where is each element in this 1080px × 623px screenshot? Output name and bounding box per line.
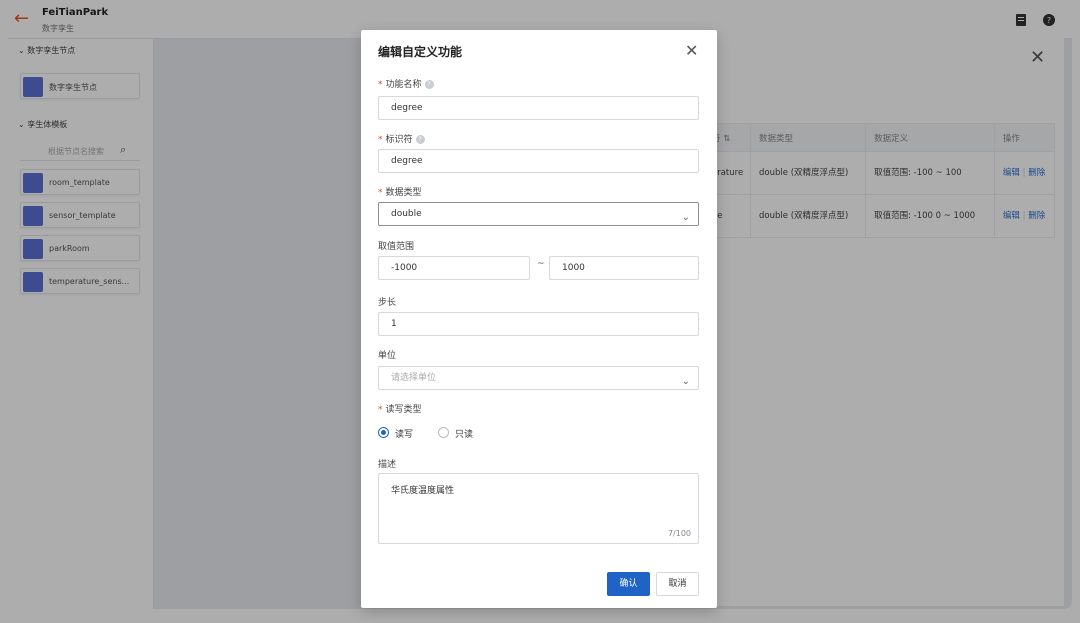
rw-option-label: 读写: [395, 430, 414, 440]
function-name-input[interactable]: degree: [378, 96, 699, 120]
rw-radio-readonly[interactable]: [438, 427, 449, 438]
unit-select[interactable]: 请选择单位 ⌄: [378, 366, 699, 390]
edit-function-dialog: 编辑自定义功能 ✕ * 功能名称? degree * 标识符? degree * 数据…: [361, 30, 717, 608]
unit-label: 单位: [378, 351, 397, 361]
step-input[interactable]: 1: [378, 312, 699, 336]
cancel-button[interactable]: 取消: [656, 572, 699, 596]
help-icon[interactable]: ?: [424, 80, 434, 89]
range-min-input[interactable]: -1000: [378, 256, 530, 280]
rw-label: * 读写类型: [378, 405, 422, 415]
range-separator: ~: [537, 259, 545, 269]
dialog-close-icon[interactable]: ✕: [685, 41, 698, 60]
chevron-down-icon: ⌄: [681, 212, 690, 223]
rw-radio-readwrite[interactable]: [378, 427, 389, 438]
confirm-button[interactable]: 确认: [607, 572, 650, 596]
help-icon[interactable]: ?: [415, 135, 425, 144]
desc-label: 描述: [378, 460, 397, 470]
datatype-label: * 数据类型: [378, 188, 422, 198]
identifier-input[interactable]: degree: [378, 149, 699, 173]
range-max-input[interactable]: 1000: [549, 256, 699, 280]
step-label: 步长: [378, 298, 397, 308]
rw-option-label: 只读: [455, 430, 474, 440]
name-label: * 功能名称?: [378, 77, 434, 90]
chevron-down-icon: ⌄: [681, 376, 690, 387]
description-textarea[interactable]: 华氏度温度属性 7/100: [378, 473, 699, 544]
datatype-select[interactable]: double ⌄: [378, 202, 699, 226]
char-counter: 7/100: [667, 529, 691, 538]
range-label: 取值范围: [378, 242, 415, 252]
dialog-title: 编辑自定义功能: [378, 45, 463, 59]
identifier-label: * 标识符?: [378, 132, 425, 145]
